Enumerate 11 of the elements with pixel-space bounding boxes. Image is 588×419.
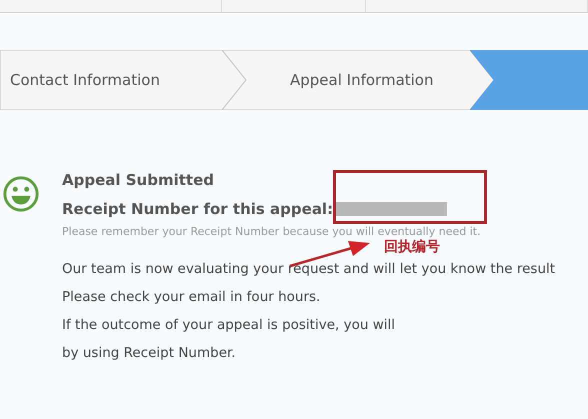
step-tab[interactable]: Contact Information [0,50,246,110]
message-line: by using Receipt Number. [62,344,237,363]
smiley-icon [2,175,40,213]
message-line: Our team is now evaluating your request and will let you know the result [62,260,556,279]
annotation-label: 回执编号 [384,238,440,256]
result-title: Appeal Submitted [62,170,215,191]
hint-text: Please remember your Receipt Number because you will eventually need it. [62,225,482,238]
step-tab[interactable]: Appeal Information [222,50,494,110]
message-line: Please check your email in four hours. [62,288,322,307]
message-line: If the outcome of your appeal is positive, you will [62,316,396,335]
receipt-label: Receipt Number for this appeal: [62,200,334,218]
